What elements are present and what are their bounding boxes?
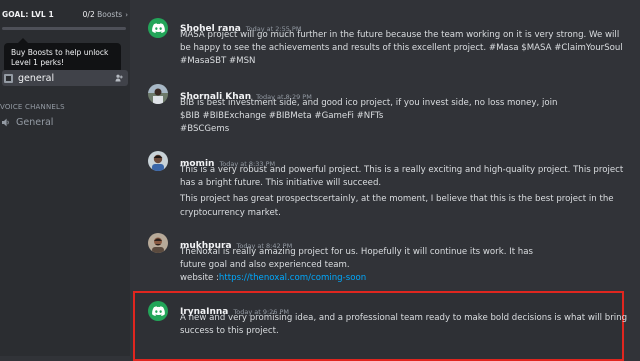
speaker-icon	[2, 118, 9, 127]
message-line: has a bright future. This initiative wil…	[180, 178, 382, 189]
message-line: #MasaSBT #MSN	[180, 56, 256, 67]
message-content: This is a very robust and powerful proje…	[180, 164, 624, 220]
goal-title: GOAL: LVL 1	[2, 10, 54, 19]
goal-count-value: 0/2	[82, 10, 95, 19]
message-content: TheNoxal is really amazing project for u…	[180, 246, 620, 286]
message-line: A new and very promising idea, and a pro…	[180, 313, 628, 323]
add-member-icon[interactable]	[115, 74, 123, 82]
message-line: MASA project will go much further in the…	[180, 30, 620, 40]
avatar[interactable]	[148, 233, 168, 253]
message-line: BIB is best investment side, and good ic…	[180, 98, 558, 108]
channel-general[interactable]: general	[2, 70, 128, 86]
user-photo-icon	[148, 151, 168, 171]
boost-goal[interactable]: GOAL: LVL 1 0/2 Boosts ›	[0, 10, 130, 24]
goal-count-suffix: Boosts	[97, 10, 123, 19]
chevron-right-icon: ›	[125, 11, 128, 19]
user-photo-icon	[148, 84, 168, 104]
message-line: future goal and also experienced team.	[180, 260, 350, 271]
message-line: This project has great prospectscertainl…	[180, 194, 614, 205]
voice-channel-general[interactable]: General	[2, 117, 53, 128]
channel-sidebar: GOAL: LVL 1 0/2 Boosts › Buy Boosts to he…	[0, 0, 130, 356]
message-content: BIB is best investment side, and good ic…	[180, 97, 620, 137]
message-line: #BSCGems	[180, 124, 230, 135]
website-link[interactable]: https://thenoxal.com/coming-soon	[219, 273, 366, 283]
goal-count: 0/2 Boosts ›	[83, 10, 128, 19]
hash-icon	[4, 73, 13, 83]
message-line: success to this project.	[180, 326, 279, 337]
message-line: $BIB #BIBExchange #BIBMeta #GameFi #NFTs	[180, 111, 384, 122]
voice-channel-label: General	[16, 117, 54, 128]
message-line: be happy to see the achievements and res…	[180, 43, 623, 54]
message-list: Shohel rana Today at 2:55 PM MASA project…	[130, 0, 640, 361]
avatar[interactable]	[148, 18, 168, 38]
boost-progress-bar	[2, 27, 126, 30]
voice-channels-header[interactable]: VOICE CHANNELS	[0, 103, 65, 111]
channel-label: general	[18, 72, 55, 84]
message-content: A new and very promising idea, and a pro…	[180, 312, 628, 338]
message-line: This is a very robust and powerful proje…	[180, 165, 624, 175]
avatar[interactable]	[148, 301, 168, 321]
avatar[interactable]	[148, 84, 168, 104]
website-label: website :	[180, 273, 219, 284]
user-photo-icon	[148, 233, 168, 253]
boost-tooltip: Buy Boosts to help unlock Level 1 perks!	[4, 38, 121, 73]
message-line: TheNoxal is really amazing project for u…	[180, 247, 533, 257]
discord-logo-icon	[151, 23, 165, 33]
message-line: cryptocurrency market.	[180, 207, 281, 218]
avatar[interactable]	[148, 151, 168, 171]
discord-logo-icon	[151, 306, 165, 316]
message-content: MASA project will go much further in the…	[180, 29, 623, 69]
message-line: website :https://thenoxal.com/coming-soo…	[180, 272, 620, 285]
